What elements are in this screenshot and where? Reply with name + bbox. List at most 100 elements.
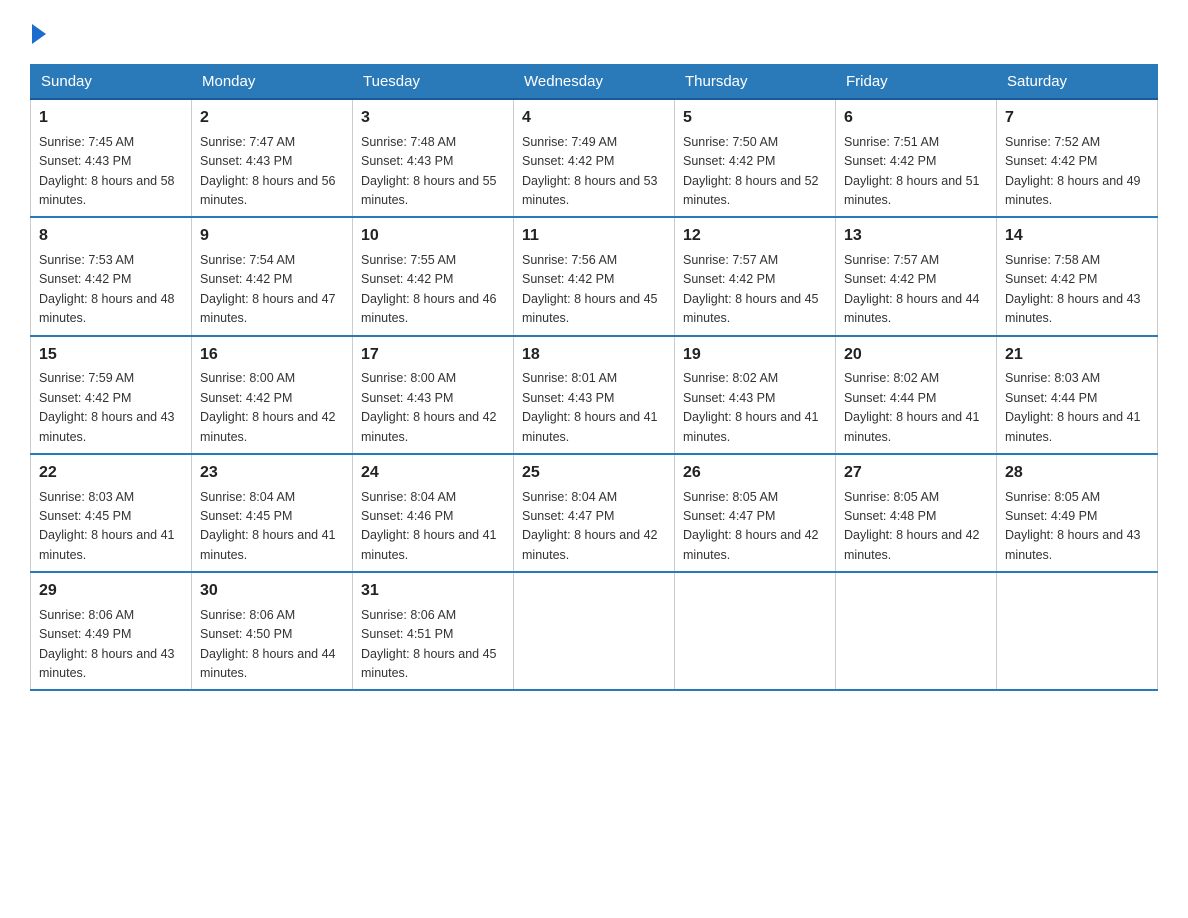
header-monday: Monday bbox=[192, 65, 353, 100]
day-info: Sunrise: 8:04 AMSunset: 4:46 PMDaylight:… bbox=[361, 490, 497, 562]
day-info: Sunrise: 7:54 AMSunset: 4:42 PMDaylight:… bbox=[200, 253, 336, 325]
day-info: Sunrise: 7:57 AMSunset: 4:42 PMDaylight:… bbox=[683, 253, 819, 325]
calendar-cell: 23 Sunrise: 8:04 AMSunset: 4:45 PMDayligh… bbox=[192, 454, 353, 572]
calendar-cell: 12 Sunrise: 7:57 AMSunset: 4:42 PMDayligh… bbox=[675, 217, 836, 335]
calendar-cell bbox=[997, 572, 1158, 690]
day-info: Sunrise: 7:52 AMSunset: 4:42 PMDaylight:… bbox=[1005, 135, 1141, 207]
calendar-cell: 2Sunrise: 7:47 AMSunset: 4:43 PMDaylight… bbox=[192, 99, 353, 217]
day-number: 24 bbox=[361, 461, 505, 486]
calendar-cell: 7 Sunrise: 7:52 AMSunset: 4:42 PMDaylight… bbox=[997, 99, 1158, 217]
day-info: Sunrise: 8:00 AMSunset: 4:43 PMDaylight:… bbox=[361, 371, 497, 443]
day-info: Sunrise: 7:56 AMSunset: 4:42 PMDaylight:… bbox=[522, 253, 658, 325]
calendar-cell bbox=[836, 572, 997, 690]
calendar-cell: 31 Sunrise: 8:06 AMSunset: 4:51 PMDayligh… bbox=[353, 572, 514, 690]
day-info: Sunrise: 7:48 AMSunset: 4:43 PMDaylight:… bbox=[361, 135, 497, 207]
day-number: 27 bbox=[844, 461, 988, 486]
day-info: Sunrise: 8:03 AMSunset: 4:45 PMDaylight:… bbox=[39, 490, 175, 562]
day-number: 5 bbox=[683, 106, 827, 131]
calendar-cell: 25 Sunrise: 8:04 AMSunset: 4:47 PMDayligh… bbox=[514, 454, 675, 572]
day-number: 11 bbox=[522, 224, 666, 249]
calendar-table: SundayMondayTuesdayWednesdayThursdayFrid… bbox=[30, 64, 1158, 691]
calendar-week-row: 22 Sunrise: 8:03 AMSunset: 4:45 PMDayligh… bbox=[31, 454, 1158, 572]
day-number: 3 bbox=[361, 106, 505, 131]
calendar-cell: 28 Sunrise: 8:05 AMSunset: 4:49 PMDayligh… bbox=[997, 454, 1158, 572]
day-number: 16 bbox=[200, 343, 344, 368]
calendar-cell: 17 Sunrise: 8:00 AMSunset: 4:43 PMDayligh… bbox=[353, 336, 514, 454]
header-friday: Friday bbox=[836, 65, 997, 100]
day-info: Sunrise: 7:53 AMSunset: 4:42 PMDaylight:… bbox=[39, 253, 175, 325]
day-number: 4 bbox=[522, 106, 666, 131]
calendar-header-row: SundayMondayTuesdayWednesdayThursdayFrid… bbox=[31, 65, 1158, 100]
page-header bbox=[30, 20, 1158, 44]
day-number: 8 bbox=[39, 224, 183, 249]
day-number: 19 bbox=[683, 343, 827, 368]
day-number: 1 bbox=[39, 106, 183, 131]
day-info: Sunrise: 7:58 AMSunset: 4:42 PMDaylight:… bbox=[1005, 253, 1141, 325]
calendar-cell: 6Sunrise: 7:51 AMSunset: 4:42 PMDaylight… bbox=[836, 99, 997, 217]
calendar-week-row: 15Sunrise: 7:59 AMSunset: 4:42 PMDayligh… bbox=[31, 336, 1158, 454]
day-number: 25 bbox=[522, 461, 666, 486]
calendar-cell: 27 Sunrise: 8:05 AMSunset: 4:48 PMDayligh… bbox=[836, 454, 997, 572]
day-number: 17 bbox=[361, 343, 505, 368]
day-number: 20 bbox=[844, 343, 988, 368]
day-info: Sunrise: 7:45 AMSunset: 4:43 PMDaylight:… bbox=[39, 135, 175, 207]
day-info: Sunrise: 8:06 AMSunset: 4:49 PMDaylight:… bbox=[39, 608, 175, 680]
calendar-cell: 15Sunrise: 7:59 AMSunset: 4:42 PMDayligh… bbox=[31, 336, 192, 454]
day-number: 2 bbox=[200, 106, 344, 131]
calendar-cell: 9Sunrise: 7:54 AMSunset: 4:42 PMDaylight… bbox=[192, 217, 353, 335]
calendar-cell: 1 Sunrise: 7:45 AMSunset: 4:43 PMDaylight… bbox=[31, 99, 192, 217]
header-wednesday: Wednesday bbox=[514, 65, 675, 100]
calendar-cell: 10 Sunrise: 7:55 AMSunset: 4:42 PMDayligh… bbox=[353, 217, 514, 335]
day-number: 10 bbox=[361, 224, 505, 249]
day-number: 23 bbox=[200, 461, 344, 486]
day-info: Sunrise: 8:01 AMSunset: 4:43 PMDaylight:… bbox=[522, 371, 658, 443]
calendar-cell: 11 Sunrise: 7:56 AMSunset: 4:42 PMDayligh… bbox=[514, 217, 675, 335]
day-info: Sunrise: 7:50 AMSunset: 4:42 PMDaylight:… bbox=[683, 135, 819, 207]
day-number: 6 bbox=[844, 106, 988, 131]
day-number: 13 bbox=[844, 224, 988, 249]
calendar-week-row: 8 Sunrise: 7:53 AMSunset: 4:42 PMDaylight… bbox=[31, 217, 1158, 335]
day-info: Sunrise: 8:02 AMSunset: 4:44 PMDaylight:… bbox=[844, 371, 980, 443]
calendar-week-row: 29 Sunrise: 8:06 AMSunset: 4:49 PMDayligh… bbox=[31, 572, 1158, 690]
day-number: 31 bbox=[361, 579, 505, 604]
day-number: 28 bbox=[1005, 461, 1149, 486]
day-info: Sunrise: 8:05 AMSunset: 4:47 PMDaylight:… bbox=[683, 490, 819, 562]
day-info: Sunrise: 8:06 AMSunset: 4:50 PMDaylight:… bbox=[200, 608, 336, 680]
day-info: Sunrise: 8:00 AMSunset: 4:42 PMDaylight:… bbox=[200, 371, 336, 443]
day-info: Sunrise: 7:55 AMSunset: 4:42 PMDaylight:… bbox=[361, 253, 497, 325]
calendar-cell bbox=[514, 572, 675, 690]
calendar-cell: 5 Sunrise: 7:50 AMSunset: 4:42 PMDaylight… bbox=[675, 99, 836, 217]
day-number: 22 bbox=[39, 461, 183, 486]
day-number: 7 bbox=[1005, 106, 1149, 131]
day-number: 18 bbox=[522, 343, 666, 368]
day-number: 12 bbox=[683, 224, 827, 249]
calendar-cell: 30 Sunrise: 8:06 AMSunset: 4:50 PMDayligh… bbox=[192, 572, 353, 690]
day-info: Sunrise: 8:02 AMSunset: 4:43 PMDaylight:… bbox=[683, 371, 819, 443]
header-tuesday: Tuesday bbox=[353, 65, 514, 100]
day-number: 30 bbox=[200, 579, 344, 604]
calendar-cell: 14 Sunrise: 7:58 AMSunset: 4:42 PMDayligh… bbox=[997, 217, 1158, 335]
day-number: 26 bbox=[683, 461, 827, 486]
calendar-cell: 3 Sunrise: 7:48 AMSunset: 4:43 PMDaylight… bbox=[353, 99, 514, 217]
day-number: 29 bbox=[39, 579, 183, 604]
day-number: 21 bbox=[1005, 343, 1149, 368]
header-sunday: Sunday bbox=[31, 65, 192, 100]
day-info: Sunrise: 8:06 AMSunset: 4:51 PMDaylight:… bbox=[361, 608, 497, 680]
day-info: Sunrise: 8:03 AMSunset: 4:44 PMDaylight:… bbox=[1005, 371, 1141, 443]
day-number: 14 bbox=[1005, 224, 1149, 249]
calendar-cell: 26 Sunrise: 8:05 AMSunset: 4:47 PMDayligh… bbox=[675, 454, 836, 572]
calendar-cell: 29 Sunrise: 8:06 AMSunset: 4:49 PMDayligh… bbox=[31, 572, 192, 690]
calendar-week-row: 1 Sunrise: 7:45 AMSunset: 4:43 PMDaylight… bbox=[31, 99, 1158, 217]
day-info: Sunrise: 8:04 AMSunset: 4:47 PMDaylight:… bbox=[522, 490, 658, 562]
header-thursday: Thursday bbox=[675, 65, 836, 100]
day-info: Sunrise: 8:05 AMSunset: 4:48 PMDaylight:… bbox=[844, 490, 980, 562]
calendar-cell: 16 Sunrise: 8:00 AMSunset: 4:42 PMDayligh… bbox=[192, 336, 353, 454]
calendar-cell: 8 Sunrise: 7:53 AMSunset: 4:42 PMDaylight… bbox=[31, 217, 192, 335]
calendar-cell: 24 Sunrise: 8:04 AMSunset: 4:46 PMDayligh… bbox=[353, 454, 514, 572]
calendar-cell: 21 Sunrise: 8:03 AMSunset: 4:44 PMDayligh… bbox=[997, 336, 1158, 454]
day-info: Sunrise: 8:04 AMSunset: 4:45 PMDaylight:… bbox=[200, 490, 336, 562]
calendar-cell: 13Sunrise: 7:57 AMSunset: 4:42 PMDayligh… bbox=[836, 217, 997, 335]
calendar-cell: 20 Sunrise: 8:02 AMSunset: 4:44 PMDayligh… bbox=[836, 336, 997, 454]
calendar-cell: 22 Sunrise: 8:03 AMSunset: 4:45 PMDayligh… bbox=[31, 454, 192, 572]
day-info: Sunrise: 8:05 AMSunset: 4:49 PMDaylight:… bbox=[1005, 490, 1141, 562]
